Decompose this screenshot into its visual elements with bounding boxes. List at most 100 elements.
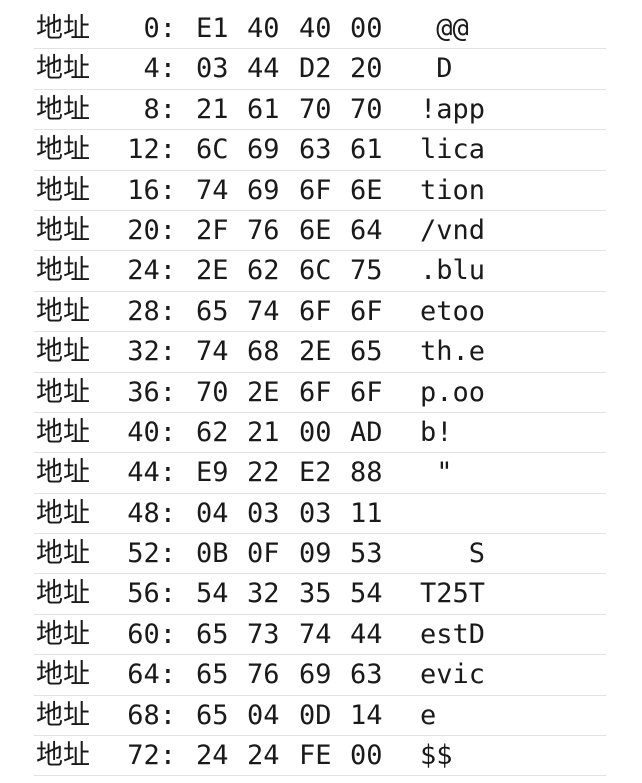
hex-byte: 2E bbox=[247, 376, 280, 408]
hex-byte: 21 bbox=[196, 93, 229, 125]
hex-byte: 32 bbox=[247, 578, 280, 610]
address-offset: 44: bbox=[127, 457, 176, 489]
hex-byte: 24 bbox=[196, 740, 229, 772]
hex-byte: 63 bbox=[350, 659, 383, 691]
hex-byte: E1 bbox=[196, 13, 229, 44]
address-offset: 20: bbox=[127, 214, 176, 246]
hex-byte: 65 bbox=[196, 618, 229, 650]
hex-byte: 62 bbox=[247, 255, 280, 287]
ascii-preview: $$ bbox=[420, 740, 453, 772]
hex-dump-row: 地址 0: E1 40 40 00 @@ bbox=[34, 9, 606, 50]
address-label: 地址 bbox=[36, 376, 90, 408]
address-offset: 72: bbox=[127, 740, 176, 772]
address-label: 地址 bbox=[36, 659, 90, 691]
hex-dump-row: 地址 64: 65 76 69 63 evic bbox=[34, 655, 606, 696]
address-offset: 40: bbox=[127, 416, 176, 448]
hex-byte: 44 bbox=[350, 618, 383, 650]
address-label: 地址 bbox=[36, 174, 90, 206]
hex-byte: 68 bbox=[247, 336, 280, 368]
hex-byte: 74 bbox=[196, 174, 229, 206]
address-offset: 12: bbox=[127, 134, 176, 166]
address-offset: 0: bbox=[143, 13, 176, 44]
hex-dump-row: 地址 48: 04 03 03 11 bbox=[34, 494, 606, 535]
hex-byte: 03 bbox=[299, 497, 332, 529]
address-offset: 64: bbox=[127, 659, 176, 691]
address-offset: 32: bbox=[127, 336, 176, 368]
ascii-preview: etoo bbox=[420, 295, 486, 327]
hex-byte: 40 bbox=[247, 13, 280, 44]
ascii-preview: evic bbox=[420, 659, 486, 691]
hex-byte: 04 bbox=[196, 497, 229, 529]
ascii-preview: tion bbox=[420, 174, 486, 206]
hex-byte: 09 bbox=[299, 538, 332, 570]
hex-byte: 63 bbox=[299, 134, 332, 166]
address-offset: 52: bbox=[127, 538, 176, 570]
hex-dump-row: 地址 12: 6C 69 63 61 lica bbox=[34, 130, 606, 171]
ascii-preview: D bbox=[420, 53, 453, 85]
hex-byte: 65 bbox=[196, 295, 229, 327]
address-offset: 36: bbox=[127, 376, 176, 408]
hex-byte: 6C bbox=[196, 134, 229, 166]
hex-byte: 61 bbox=[247, 93, 280, 125]
ascii-preview: p.oo bbox=[420, 376, 486, 408]
hex-byte: 14 bbox=[350, 699, 383, 731]
address-label: 地址 bbox=[36, 53, 90, 85]
address-label: 地址 bbox=[36, 134, 90, 166]
address-offset: 56: bbox=[127, 578, 176, 610]
hex-byte: 03 bbox=[247, 497, 280, 529]
hex-byte: FE bbox=[299, 740, 332, 772]
address-label: 地址 bbox=[36, 214, 90, 246]
address-label: 地址 bbox=[36, 740, 90, 772]
address-label: 地址 bbox=[36, 699, 90, 731]
hex-byte: 0F bbox=[247, 538, 280, 570]
hex-byte: 74 bbox=[299, 618, 332, 650]
hex-byte: 69 bbox=[299, 659, 332, 691]
hex-byte: 24 bbox=[247, 740, 280, 772]
hex-byte: 64 bbox=[350, 214, 383, 246]
hex-byte: 69 bbox=[247, 174, 280, 206]
hex-byte: 76 bbox=[247, 659, 280, 691]
address-offset: 48: bbox=[127, 497, 176, 529]
address-label: 地址 bbox=[36, 416, 90, 448]
ascii-preview: S bbox=[420, 538, 486, 570]
address-offset: 8: bbox=[143, 93, 176, 125]
ascii-preview: th.e bbox=[420, 336, 486, 368]
hex-dump-row: 地址 44: E9 22 E2 88 " bbox=[34, 453, 606, 494]
hex-byte: 54 bbox=[196, 578, 229, 610]
address-label: 地址 bbox=[36, 538, 90, 570]
hex-byte: E2 bbox=[299, 457, 332, 489]
hex-byte: 70 bbox=[196, 376, 229, 408]
hex-byte: 62 bbox=[196, 416, 229, 448]
hex-byte: 6F bbox=[299, 174, 332, 206]
hex-dump-row: 地址 4: 03 44 D2 20 D bbox=[34, 49, 606, 90]
hex-byte: 65 bbox=[196, 659, 229, 691]
hex-byte: 70 bbox=[350, 93, 383, 125]
hex-byte: 44 bbox=[247, 53, 280, 85]
hex-byte: 0B bbox=[196, 538, 229, 570]
hex-byte: 20 bbox=[350, 53, 383, 85]
hex-byte: 40 bbox=[299, 13, 332, 44]
hex-byte: 61 bbox=[350, 134, 383, 166]
hex-dump-row: 地址 72: 24 24 FE 00 $$ bbox=[34, 736, 606, 777]
hex-byte: 65 bbox=[350, 336, 383, 368]
address-offset: 28: bbox=[127, 295, 176, 327]
address-label: 地址 bbox=[36, 457, 90, 489]
address-offset: 68: bbox=[127, 699, 176, 731]
address-offset: 4: bbox=[143, 53, 176, 85]
ascii-preview: b! bbox=[420, 416, 453, 448]
ascii-preview: /vnd bbox=[420, 214, 486, 246]
hex-byte: 00 bbox=[299, 416, 332, 448]
hex-byte: 2F bbox=[196, 214, 229, 246]
ascii-preview: " bbox=[420, 457, 453, 489]
address-offset: 60: bbox=[127, 618, 176, 650]
hex-byte: 70 bbox=[299, 93, 332, 125]
hex-byte: 35 bbox=[299, 578, 332, 610]
hex-byte: 0D bbox=[299, 699, 332, 731]
hex-byte: 11 bbox=[350, 497, 383, 529]
address-label: 地址 bbox=[36, 497, 90, 529]
hex-dump-row: 地址 60: 65 73 74 44 estD bbox=[34, 615, 606, 656]
hex-byte: AD bbox=[350, 416, 383, 448]
hex-byte: 6F bbox=[350, 376, 383, 408]
address-offset: 16: bbox=[127, 174, 176, 206]
hex-byte: 6C bbox=[299, 255, 332, 287]
